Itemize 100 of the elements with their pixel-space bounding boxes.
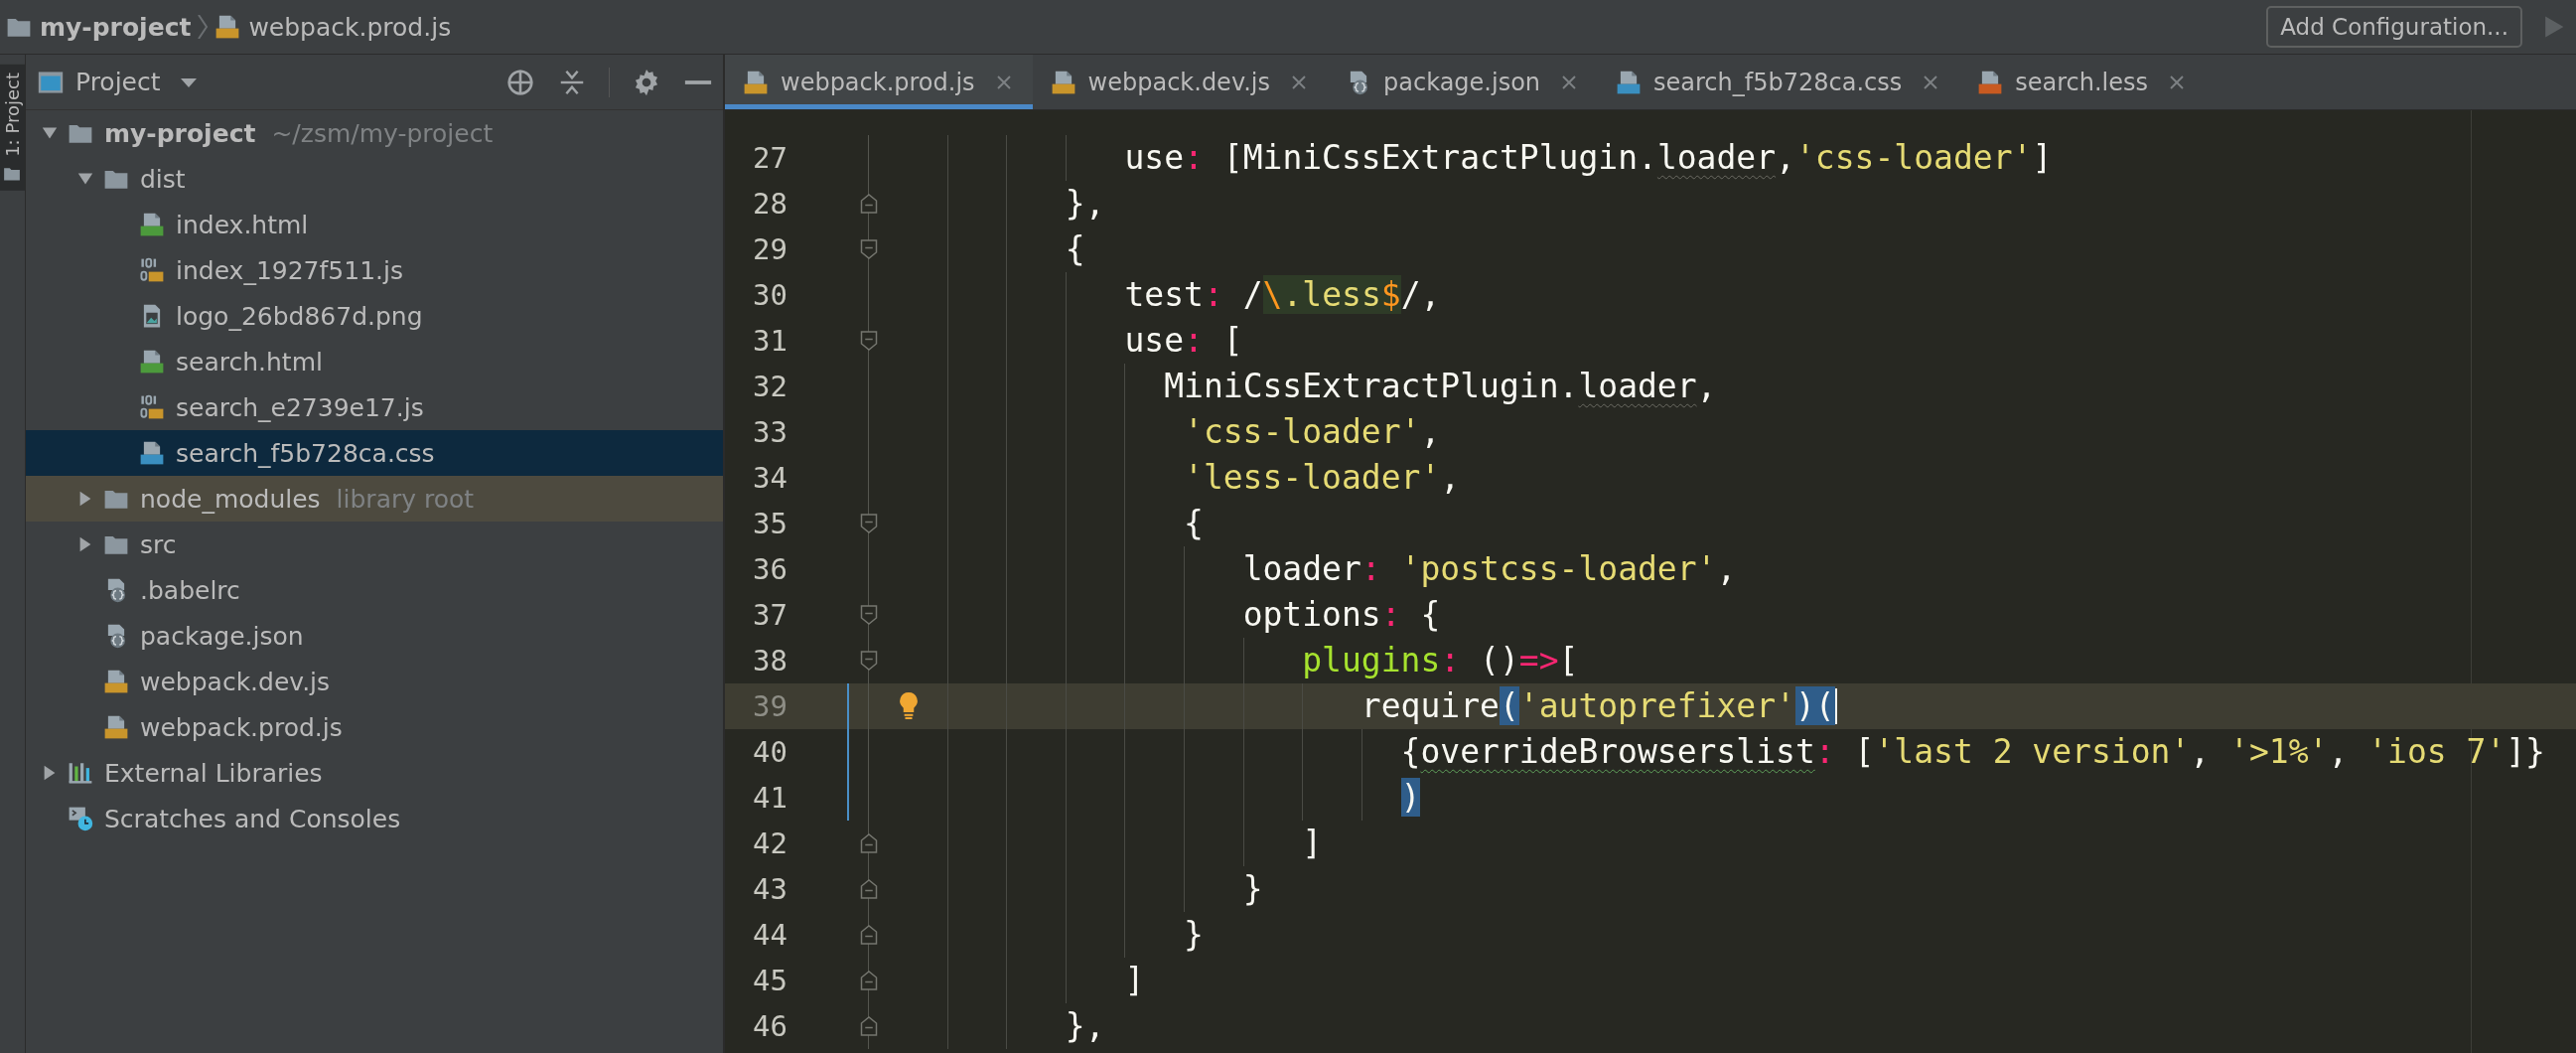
css-file-icon — [139, 440, 165, 466]
line-number: 30 — [752, 278, 787, 312]
fold-marker-icon[interactable] — [860, 330, 878, 352]
code-line: loader: 'postcss-loader', — [888, 546, 1737, 592]
tree-item[interactable]: .babelrc — [26, 567, 723, 613]
lightbulb-icon[interactable] — [898, 691, 920, 719]
fold-marker-icon[interactable] — [860, 238, 878, 260]
editor-tab[interactable]: search.less — [1959, 55, 2207, 109]
breadcrumb-item[interactable]: webpack.prod.js — [215, 12, 452, 42]
breadcrumb-item[interactable]: my-project — [6, 12, 192, 42]
css-file-icon — [1616, 69, 1643, 95]
code-line: {overrideBrowserslist: ['last 2 version', '>1%', 'ios 7']} — [888, 729, 2545, 775]
tree-item[interactable]: search_e2739e17.js — [26, 384, 723, 430]
fold-marker-icon[interactable] — [860, 970, 878, 991]
window-icon — [38, 70, 64, 94]
line-number: 36 — [752, 552, 787, 586]
change-marker[interactable] — [847, 729, 849, 775]
line-number: 29 — [752, 232, 787, 266]
less-file-icon — [1977, 69, 2004, 95]
line-number: 32 — [752, 370, 787, 403]
tree-item[interactable]: my-project ~/zsm/my-project — [26, 110, 723, 156]
text-cursor — [1834, 688, 1837, 724]
close-icon[interactable] — [2168, 73, 2187, 91]
js-file-icon — [103, 714, 129, 740]
code-line: } — [888, 912, 1204, 958]
tool-window-tab[interactable]: 1: Project — [0, 65, 25, 191]
fold-marker-icon[interactable] — [860, 832, 878, 854]
close-icon[interactable] — [1922, 73, 1940, 91]
tree-item[interactable]: dist — [26, 156, 723, 202]
path-hint: library root — [336, 484, 475, 514]
editor-tab[interactable]: webpack.dev.js — [1032, 55, 1329, 109]
tree-item[interactable]: External Libraries — [26, 750, 723, 796]
editor-tab[interactable]: package.json — [1328, 55, 1599, 109]
locate-icon[interactable] — [505, 67, 535, 97]
fold-marker-icon[interactable] — [860, 1015, 878, 1037]
fold-marker-icon[interactable] — [860, 193, 878, 215]
tree-item[interactable]: webpack.dev.js — [26, 659, 723, 704]
code-line: } — [888, 866, 1263, 912]
chevron-icon — [197, 15, 210, 39]
line-number: 27 — [752, 141, 787, 175]
change-marker[interactable] — [847, 775, 849, 821]
line-number: 39 — [752, 689, 787, 723]
code-line: }, — [888, 1003, 1105, 1049]
minified-js-file-icon — [139, 257, 165, 283]
close-icon[interactable] — [1290, 73, 1309, 91]
line-number: 35 — [752, 507, 787, 540]
fold-marker-icon[interactable] — [860, 604, 878, 626]
line-number: 45 — [752, 964, 787, 997]
code-line: test: /\.less$/, — [888, 272, 1441, 318]
line-number: 43 — [752, 872, 787, 906]
code-line: }, — [888, 181, 1105, 226]
code-line: { — [888, 501, 1204, 546]
editor-tab[interactable]: search_f5b728ca.css — [1598, 55, 1960, 109]
code-line: use: [MiniCssExtractPlugin.loader,'css-loader'] — [888, 135, 2053, 181]
scratches-icon — [68, 806, 93, 831]
minified-js-file-icon — [139, 394, 165, 420]
code-line: MiniCssExtractPlugin.loader, — [888, 364, 1717, 409]
tree-item[interactable]: webpack.prod.js — [26, 704, 723, 750]
path-hint: ~/zsm/my-project — [271, 118, 494, 148]
code-line: ) — [888, 775, 1421, 821]
code-line: ] — [888, 821, 1323, 866]
fold-marker-icon[interactable] — [860, 924, 878, 946]
js-file-icon — [1050, 69, 1076, 95]
js-file-icon — [103, 669, 129, 694]
fold-marker-icon[interactable] — [860, 513, 878, 534]
line-number: 37 — [752, 598, 787, 632]
line-number: 34 — [752, 461, 787, 495]
libraries-icon — [68, 760, 93, 786]
code-line: options: { — [888, 592, 1441, 638]
tree-item[interactable]: index_1927f511.js — [26, 247, 723, 293]
code-line: 'less-loader', — [888, 455, 1461, 501]
code-line: require('autoprefixer')( — [888, 683, 1835, 729]
line-number: 41 — [752, 781, 787, 815]
line-number: 28 — [752, 187, 787, 221]
editor-tab[interactable]: webpack.prod.js — [725, 55, 1033, 109]
line-number: 46 — [752, 1009, 787, 1043]
tree-item[interactable]: logo_26bd867d.png — [26, 293, 723, 339]
code-line: { — [888, 226, 1085, 272]
html-file-icon — [139, 212, 165, 237]
line-number: 31 — [752, 324, 787, 358]
tree-item[interactable]: package.json — [26, 613, 723, 659]
js-file-icon — [215, 14, 241, 40]
tree-item[interactable]: node_modules library root — [26, 476, 723, 522]
close-icon[interactable] — [994, 73, 1013, 91]
line-number: 40 — [752, 735, 787, 769]
tree-item[interactable]: search_f5b728ca.css — [26, 430, 723, 476]
close-icon[interactable] — [1560, 73, 1579, 91]
view-selector[interactable]: Project — [38, 68, 199, 96]
line-number: 44 — [752, 918, 787, 952]
line-number: 38 — [752, 644, 787, 677]
tree-item[interactable]: src — [26, 522, 723, 567]
html-file-icon — [139, 349, 165, 375]
tree-item[interactable]: search.html — [26, 339, 723, 384]
change-marker[interactable] — [847, 683, 849, 729]
add-configuration-button[interactable]: Add Configuration... — [2266, 6, 2522, 48]
fold-marker-icon[interactable] — [860, 878, 878, 900]
tree-item[interactable]: index.html — [26, 202, 723, 247]
js-file-icon — [743, 69, 769, 95]
fold-marker-icon[interactable] — [860, 650, 878, 672]
tree-item[interactable]: Scratches and Consoles — [26, 796, 723, 841]
